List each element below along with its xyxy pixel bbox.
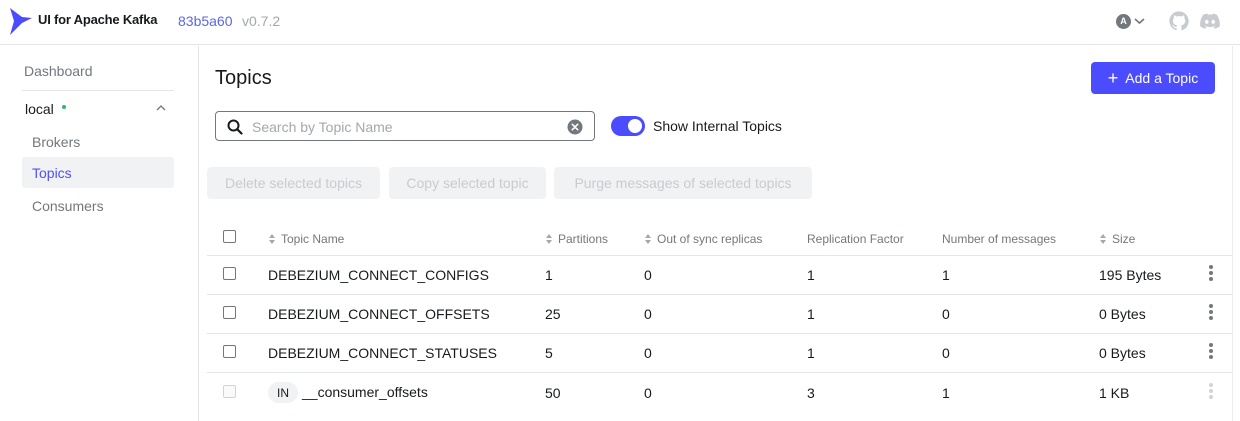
logo-icon[interactable] <box>9 6 33 36</box>
out-of-sync-cell: 0 <box>644 345 652 361</box>
github-icon[interactable] <box>1168 10 1190 32</box>
size-cell: 0 Bytes <box>1099 345 1146 361</box>
out-of-sync-cell: 0 <box>644 385 652 401</box>
number-of-messages-cell: 1 <box>942 267 950 283</box>
add-topic-label: Add a Topic <box>1125 70 1199 86</box>
topic-name-link[interactable]: DEBEZIUM_CONNECT_STATUSES <box>268 345 497 361</box>
show-internal-topics-label: Show Internal Topics <box>653 118 782 134</box>
search-box <box>215 111 595 141</box>
page-scrollbar[interactable] <box>1232 46 1240 421</box>
more-actions-icon[interactable] <box>1206 342 1216 360</box>
column-header-out-of-sync[interactable]: Out of sync replicas <box>644 232 762 246</box>
topic-name-link[interactable]: DEBEZIUM_CONNECT_OFFSETS <box>268 306 490 322</box>
search-input[interactable] <box>252 117 552 137</box>
size-cell: 0 Bytes <box>1099 306 1146 322</box>
version-hash-link[interactable]: 83b5a60 <box>178 13 233 29</box>
sidebar: Dashboard local Brokers Topics Consumers <box>0 46 199 421</box>
user-menu[interactable]: A <box>1116 12 1150 30</box>
column-header-replication-factor: Replication Factor <box>807 232 904 246</box>
search-icon <box>227 119 243 135</box>
replication-factor-cell: 3 <box>807 385 815 401</box>
topic-name-link[interactable]: DEBEZIUM_CONNECT_CONFIGS <box>268 267 489 283</box>
top-navbar: UI for Apache Kafka 83b5a60 v0.7.2 A <box>0 0 1240 45</box>
cluster-name: local <box>25 101 54 117</box>
purge-messages-button[interactable]: Purge messages of selected topics <box>554 167 812 199</box>
discord-icon[interactable] <box>1199 10 1221 32</box>
sidebar-item-brokers[interactable]: Brokers <box>32 134 80 150</box>
chevron-down-icon <box>1134 18 1145 25</box>
show-internal-topics-toggle[interactable] <box>611 116 645 136</box>
row-divider <box>207 333 1232 334</box>
partitions-cell: 50 <box>545 385 561 401</box>
copy-selected-topic-button[interactable]: Copy selected topic <box>389 167 546 199</box>
sort-icon <box>269 234 275 244</box>
out-of-sync-cell: 0 <box>644 306 652 322</box>
row-checkbox-disabled <box>223 385 236 398</box>
row-checkbox[interactable] <box>223 306 236 319</box>
size-cell: 195 Bytes <box>1099 267 1162 283</box>
clear-search-icon[interactable] <box>567 119 583 135</box>
user-avatar: A <box>1116 13 1131 29</box>
number-of-messages-cell: 0 <box>942 345 950 361</box>
app-title[interactable]: UI for Apache Kafka <box>38 12 157 27</box>
partitions-cell: 25 <box>545 306 561 322</box>
row-divider <box>207 294 1232 295</box>
select-all-checkbox[interactable] <box>223 230 236 243</box>
replication-factor-cell: 1 <box>807 267 815 283</box>
sort-icon <box>645 234 651 244</box>
number-of-messages-cell: 1 <box>942 385 950 401</box>
more-actions-icon[interactable] <box>1206 264 1216 282</box>
sidebar-item-consumers[interactable]: Consumers <box>32 198 104 214</box>
toggle-knob <box>628 119 642 133</box>
column-header-partitions[interactable]: Partitions <box>545 232 608 246</box>
column-header-size[interactable]: Size <box>1099 232 1135 246</box>
more-actions-icon[interactable] <box>1206 303 1216 321</box>
version-number: v0.7.2 <box>242 13 281 29</box>
topic-name-link[interactable]: __consumer_offsets <box>302 384 428 400</box>
partitions-cell: 5 <box>545 345 553 361</box>
delete-selected-topics-button[interactable]: Delete selected topics <box>207 167 380 199</box>
sidebar-item-topics[interactable]: Topics <box>22 157 174 188</box>
number-of-messages-cell: 0 <box>942 306 950 322</box>
replication-factor-cell: 1 <box>807 345 815 361</box>
row-checkbox[interactable] <box>223 345 236 358</box>
sidebar-cluster-local[interactable]: local <box>22 90 174 124</box>
chevron-up-icon[interactable] <box>156 103 166 113</box>
replication-factor-cell: 1 <box>807 306 815 322</box>
more-actions-icon <box>1209 383 1213 399</box>
sidebar-item-label: Topics <box>32 165 72 181</box>
out-of-sync-cell: 0 <box>644 267 652 283</box>
column-header-topic-name[interactable]: Topic Name <box>268 232 344 246</box>
sidebar-item-dashboard[interactable]: Dashboard <box>24 63 93 79</box>
internal-topic-badge: IN <box>268 382 298 403</box>
add-topic-button[interactable]: + Add a Topic <box>1091 62 1215 94</box>
plus-icon: + <box>1107 68 1119 88</box>
cluster-status-dot <box>62 105 66 109</box>
partitions-cell: 1 <box>545 267 553 283</box>
page-title: Topics <box>215 67 272 89</box>
sort-icon <box>1100 234 1106 244</box>
size-cell: 1 KB <box>1099 385 1130 401</box>
row-divider <box>207 255 1232 256</box>
row-divider <box>207 372 1232 373</box>
sort-icon <box>546 234 552 244</box>
row-checkbox[interactable] <box>223 267 236 280</box>
column-header-number-of-messages: Number of messages <box>942 232 1057 246</box>
